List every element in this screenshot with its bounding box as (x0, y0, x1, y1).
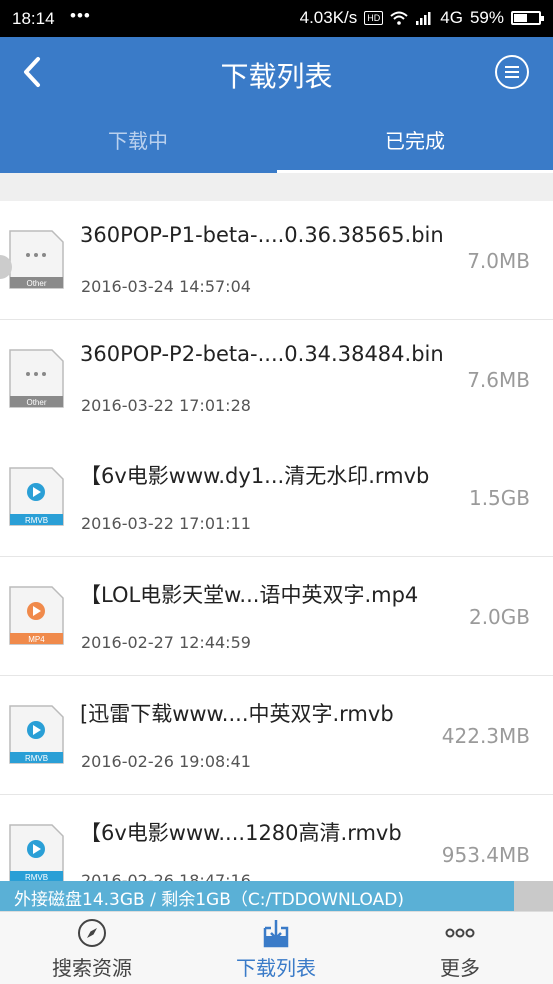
download-list-icon (263, 920, 289, 948)
file-name: 360POP-P2-beta-....0.34.38484.bin (80, 342, 444, 366)
video-file-icon: RMVB (9, 824, 64, 881)
battery-percent: 59% (469, 8, 504, 27)
list-item[interactable]: RMVB 【6v电影www.dy1...清无水印.rmvb 2016-03-22… (0, 438, 553, 557)
list-item[interactable]: RMVB [迅雷下载www....中英双字.rmvb 2016-02-26 19… (0, 676, 553, 795)
download-list: Other 360POP-P1-beta-....0.36.38565.bin … (0, 201, 553, 881)
network-speed: 4.03K/s (299, 8, 358, 27)
list-item[interactable]: Other 360POP-P1-beta-....0.36.38565.bin … (0, 201, 553, 320)
list-spacer (0, 173, 553, 201)
file-name: 360POP-P1-beta-....0.36.38565.bin (80, 223, 444, 247)
compass-icon (78, 919, 106, 947)
file-date: 2016-03-24 14:57:04 (81, 277, 251, 296)
video-file-icon: RMVB (9, 705, 64, 764)
list-item[interactable]: MP4 【LOL电影天堂w...语中英双字.mp4 2016-02-27 12:… (0, 557, 553, 676)
svg-text:MP4: MP4 (28, 635, 45, 644)
battery-icon (511, 11, 544, 25)
nav-label: 下载列表 (236, 956, 316, 980)
file-date: 2016-02-27 12:44:59 (81, 633, 251, 652)
file-size: 2.0GB (468, 605, 530, 629)
network-type: 4G (440, 8, 463, 27)
file-size: 1.5GB (468, 486, 530, 510)
wifi-icon (390, 11, 408, 25)
svg-text:RMVB: RMVB (25, 754, 48, 763)
file-name: 【LOL电影天堂w...语中英双字.mp4 (80, 583, 419, 607)
file-date: 2016-02-26 18:47:16 (81, 871, 251, 881)
file-date: 2016-03-22 17:01:28 (81, 396, 251, 415)
file-size: 422.3MB (441, 724, 530, 748)
file-date: 2016-02-26 19:08:41 (81, 752, 251, 771)
status-time: 18:14 (12, 9, 55, 28)
file-size: 7.6MB (467, 368, 530, 392)
tab-completed[interactable]: 已完成 (277, 125, 553, 154)
nav-label: 更多 (440, 956, 480, 980)
file-size: 953.4MB (441, 843, 530, 867)
list-item[interactable]: RMVB 【6v电影www....1280高清.rmvb 2016-02-26 … (0, 795, 553, 881)
nav-label: 搜索资源 (52, 956, 132, 980)
mp4-file-icon: MP4 (9, 586, 64, 645)
svg-text:RMVB: RMVB (25, 516, 48, 525)
tab-downloading[interactable]: 下载中 (0, 125, 276, 154)
bottom-nav: 搜索资源 下载列表 更多 (0, 911, 553, 984)
file-size: 7.0MB (467, 249, 530, 273)
svg-text:Other: Other (26, 279, 46, 288)
signal-icon (416, 12, 431, 25)
notification-dots: ••• (70, 6, 91, 25)
svg-text:RMVB: RMVB (25, 873, 48, 881)
other-file-icon: Other (9, 230, 64, 289)
status-bar: 18:14 ••• 4.03K/s HD 4G 59% (0, 0, 553, 37)
app-header: 下载列表 下载中 已完成 (0, 37, 553, 173)
list-item[interactable]: Other 360POP-P2-beta-....0.34.38484.bin … (0, 320, 553, 438)
storage-bar: 外接磁盘14.3GB / 剩余1GB（C:/TDDOWNLOAD) (0, 881, 553, 911)
video-file-icon: RMVB (9, 467, 64, 526)
nav-search-resources[interactable]: 搜索资源 (0, 912, 184, 984)
other-file-icon: Other (9, 349, 64, 408)
menu-icon[interactable] (495, 55, 529, 89)
file-name: 【6v电影www....1280高清.rmvb (80, 821, 402, 845)
hd-icon: HD (364, 11, 384, 25)
nav-download-list[interactable]: 下载列表 (184, 912, 368, 984)
svg-text:Other: Other (26, 398, 46, 407)
page-title: 下载列表 (220, 60, 333, 93)
nav-more[interactable]: 更多 (368, 912, 552, 984)
file-date: 2016-03-22 17:01:11 (81, 514, 251, 533)
file-name: 【6v电影www.dy1...清无水印.rmvb (80, 464, 430, 488)
more-icon (445, 928, 475, 938)
file-name: [迅雷下载www....中英双字.rmvb (80, 702, 394, 726)
storage-text: 外接磁盘14.3GB / 剩余1GB（C:/TDDOWNLOAD) (14, 890, 404, 910)
